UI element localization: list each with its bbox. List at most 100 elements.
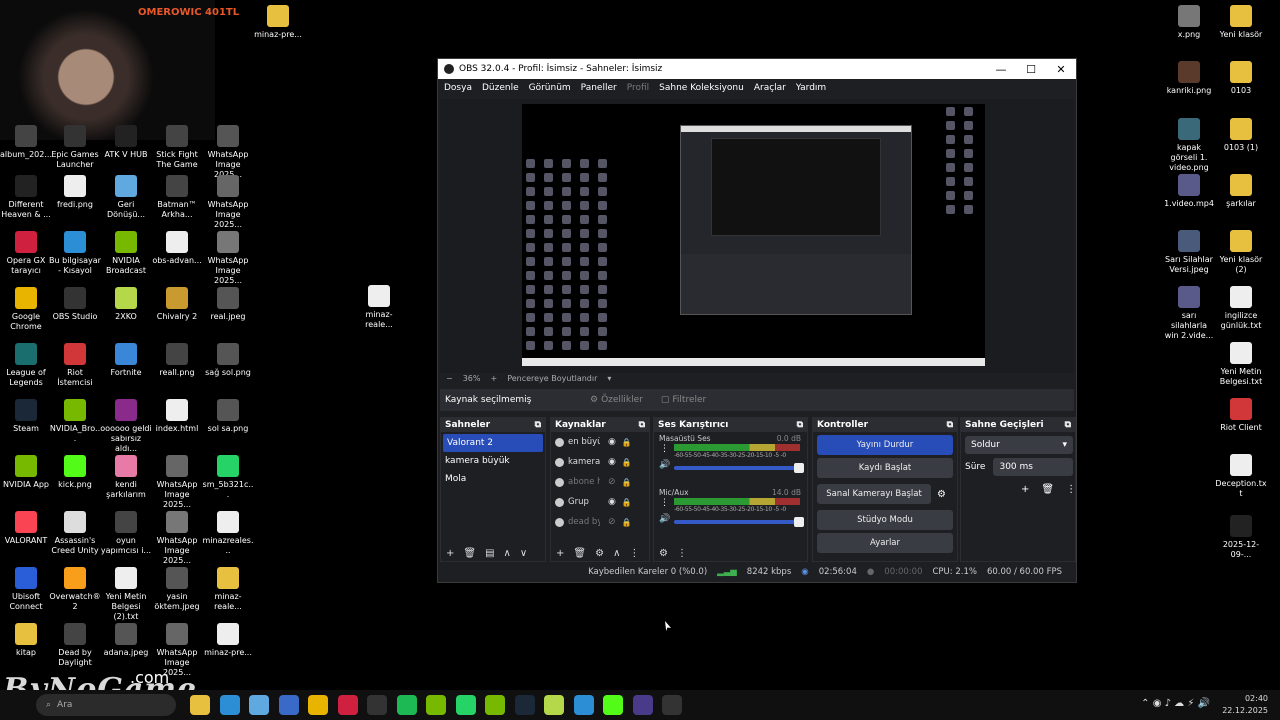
menu-item[interactable]: Düzenle [482,83,519,93]
desktop-shortcut[interactable]: Yeni Metin Belgesi.txt [1215,342,1267,387]
desktop-shortcut[interactable]: NVIDIA Broadcast [100,231,152,276]
desktop-shortcut[interactable]: WhatsApp Image 2025... [202,231,254,286]
taskbar-app-icon[interactable] [485,695,505,715]
desktop-shortcut[interactable]: kanriki.png [1163,61,1215,96]
volume-slider[interactable] [674,517,804,527]
taskbar-app-icon[interactable] [249,695,269,715]
desktop-shortcut[interactable]: WhatsApp Image 2025... [151,455,203,510]
taskbar-app-icon[interactable] [308,695,328,715]
taskbar-app-icon[interactable] [573,695,594,715]
desktop-shortcut[interactable]: ATK V HUB [100,125,152,160]
virtual-camera-button[interactable]: Sanal Kamerayı Başlat [817,484,931,504]
desktop-shortcut[interactable]: 2XKO [100,287,152,322]
desktop-shortcut[interactable]: ingilizce günlük.txt [1215,286,1267,331]
preview-area[interactable] [440,99,1074,373]
desktop-shortcut[interactable]: Batman™ Arkha... [151,175,203,220]
desktop-shortcut[interactable]: OBS Studio [49,287,101,322]
speaker-icon[interactable]: 🔊 [659,460,670,470]
gear-icon[interactable]: ⚙ [937,489,946,500]
desktop-shortcut[interactable]: VALORANT [0,511,52,546]
source-item[interactable]: dead by ⊘ 🔒 [551,512,649,532]
slider-handle[interactable] [794,517,804,527]
chevron-down-icon[interactable]: ▾ [607,374,611,383]
desktop-shortcut[interactable]: reall.png [151,343,203,378]
move-up-icon[interactable]: ∧ [613,548,620,559]
desktop-shortcut[interactable]: WhatsApp Image 2025... [151,511,203,566]
preview-canvas[interactable] [522,104,985,366]
desktop-shortcut[interactable]: sol sa.png [202,399,254,434]
eye-icon[interactable]: ◉ [608,457,616,467]
minimize-icon[interactable]: — [986,63,1016,76]
add-transition-icon[interactable]: + [1021,484,1029,495]
move-down-icon[interactable]: ∨ [520,548,527,559]
desktop-shortcut[interactable]: Different Heaven & ... [0,175,52,220]
dock-undock-icon[interactable]: ⧉ [639,420,645,430]
desktop-shortcut[interactable]: minazreales... [202,511,254,556]
source-item[interactable]: kamera ◉ 🔒 [551,452,649,472]
more-icon[interactable]: ⋮ [660,498,669,508]
scene-item[interactable]: kamera büyük [441,452,545,470]
taskbar-app-icon[interactable] [367,695,387,715]
desktop-shortcut[interactable]: 0103 (1) [1215,118,1267,153]
taskbar-app-icon[interactable] [219,695,240,715]
lock-icon[interactable]: 🔒 [622,458,632,467]
more-icon[interactable]: ⋮ [1066,484,1076,495]
desktop-shortcut[interactable]: yasin öktem.jpeg [151,567,203,612]
source-item[interactable]: Grup ◉ 🔒 [551,492,649,512]
taskbar-app-icon[interactable] [190,695,210,715]
desktop-shortcut[interactable]: Steam [0,399,52,434]
lock-icon[interactable]: 🔒 [622,518,632,527]
taskbar-app-icon[interactable] [514,695,535,715]
desktop-shortcut[interactable]: Overwatch® 2 [49,567,101,612]
more-icon[interactable]: ⋮ [660,444,669,454]
clock[interactable]: 02:40 22.12.2025 [1222,693,1268,717]
taskbar-app-icon[interactable] [455,695,476,715]
desktop-shortcut[interactable]: sarı silahlarla win 2.vide... [1163,286,1215,341]
taskbar-app-icon[interactable] [337,695,358,715]
remove-source-icon[interactable]: 🗑 [573,548,586,559]
scene-item[interactable]: Mola [441,470,545,488]
remove-transition-icon[interactable]: 🗑 [1041,484,1054,495]
source-item[interactable]: abone h ⊘ 🔒 [551,472,649,492]
desktop-shortcut[interactable]: Stick Fight The Game [151,125,203,170]
desktop-shortcut[interactable]: obs-advan... [151,231,203,266]
maximize-icon[interactable]: ☐ [1016,63,1046,76]
desktop-shortcut[interactable]: Fortnite [100,343,152,378]
desktop-shortcut[interactable]: NVIDIA App [0,455,52,490]
remove-scene-icon[interactable]: 🗑 [463,548,476,559]
lock-icon[interactable]: 🔒 [622,438,632,447]
desktop-shortcut[interactable]: Sarı Silahlar Versi.jpeg [1163,230,1215,275]
taskbar-app-icon[interactable] [632,695,653,715]
eye-icon[interactable]: ⊘ [608,477,616,487]
desktop-shortcut[interactable]: League of Legends [0,343,52,388]
desktop-shortcut[interactable]: Chivalry 2 [151,287,203,322]
desktop-shortcut[interactable]: Yeni klasör (2) [1215,230,1267,275]
advanced-audio-icon[interactable]: ⚙ [659,548,668,559]
desktop-shortcut[interactable]: Riot İstemcisi [49,343,101,388]
dock-undock-icon[interactable]: ⧉ [797,420,803,430]
source-settings-icon[interactable]: ⚙ [595,548,604,559]
desktop-shortcut[interactable]: Epic Games Launcher [49,125,101,170]
desktop-shortcut[interactable]: şarkılar [1215,174,1267,209]
taskbar-app-icon[interactable] [396,695,417,715]
desktop-shortcut[interactable]: NVIDIA_Bro... [49,399,101,444]
studio-mode-button[interactable]: Stüdyo Modu [817,510,953,530]
desktop-shortcut[interactable]: Yeni Metin Belgesi (2).txt [100,567,152,622]
menu-item[interactable]: Yardım [796,83,826,93]
close-icon[interactable]: ✕ [1046,63,1076,76]
lock-icon[interactable]: 🔒 [622,498,632,507]
desktop-shortcut[interactable]: minaz-reale... [202,567,254,612]
desktop-shortcut[interactable]: minaz-reale... [353,285,405,330]
eye-icon[interactable]: ◉ [608,437,616,447]
desktop-shortcut[interactable]: kick.png [49,455,101,490]
taskbar-app-icon[interactable] [278,695,299,715]
add-source-icon[interactable]: + [556,548,564,559]
add-scene-icon[interactable]: + [446,548,454,559]
volume-slider[interactable] [674,463,804,473]
desktop-shortcut[interactable]: Google Chrome [0,287,52,332]
desktop-shortcut[interactable]: Opera GX tarayıcı [0,231,52,276]
obs-titlebar[interactable]: OBS 32.0.4 - Profil: İsimsiz - Sahneler:… [438,59,1076,79]
scene-filter-icon[interactable]: ▤ [485,548,494,559]
desktop-shortcut[interactable]: Deception.txt [1215,454,1267,499]
dock-undock-icon[interactable]: ⧉ [1065,420,1071,430]
